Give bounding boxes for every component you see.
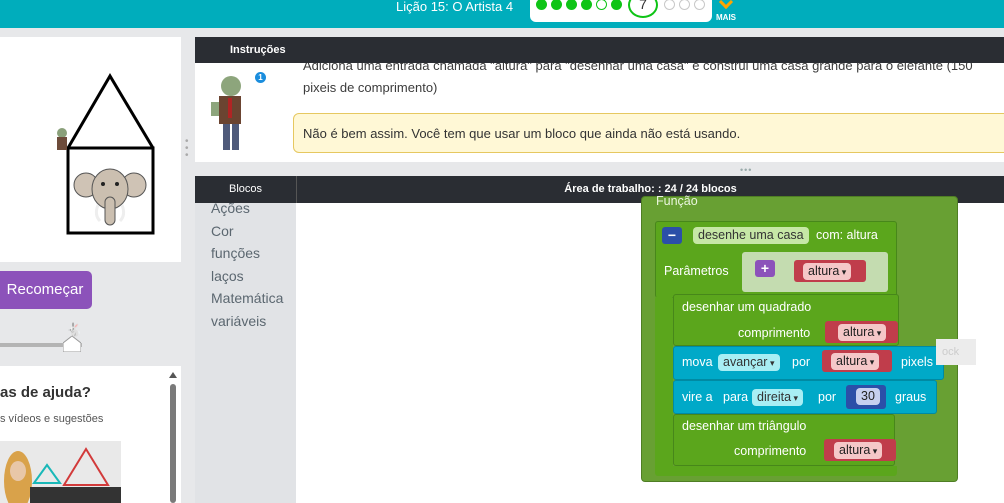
param-altura-field[interactable]: altura [803, 263, 852, 280]
function-frame-label: Função [656, 194, 698, 208]
rabbit-icon: 🐇 [66, 322, 83, 337]
length-label: comprimento [738, 326, 811, 340]
parameters-label: Parâmetros [664, 264, 729, 278]
category-variaveis[interactable]: variáveis [211, 313, 266, 329]
zombie-avatar-icon [211, 76, 241, 150]
panel-splitter-icon[interactable]: ••• [740, 165, 752, 175]
by-label: por [818, 390, 837, 404]
move-label: mova [682, 355, 713, 369]
degrees-field[interactable]: 30 [856, 388, 880, 405]
category-matematica[interactable]: Matemática [211, 290, 283, 306]
elephant-icon [73, 162, 147, 226]
function-body-arm [655, 296, 673, 474]
level-dot[interactable] [611, 0, 622, 10]
collapse-minus-icon[interactable]: − [662, 227, 682, 244]
var-altura-field[interactable]: altura [834, 442, 883, 459]
zombie-icon [57, 128, 67, 150]
pixels-label: pixels [901, 355, 933, 369]
level-dot[interactable] [694, 0, 705, 10]
level-dot[interactable] [679, 0, 690, 10]
instructions-tab-bar [195, 37, 1004, 63]
lesson-title: Lição 15: O Artista 4 [396, 0, 514, 14]
to-label: para [723, 390, 749, 404]
level-progress: 7 [530, 0, 712, 22]
var-altura-field[interactable]: altura [831, 353, 880, 370]
turn-label: vire a [682, 390, 713, 404]
function-body-bottom [655, 466, 897, 476]
add-parameter-icon[interactable]: + [755, 260, 775, 277]
category-funcoes[interactable]: funções [211, 245, 260, 261]
level-dot[interactable] [596, 0, 607, 10]
restart-button[interactable]: Recomeçar [0, 271, 92, 309]
feedback-text: Não é bem assim. Você tem que usar um bl… [303, 126, 741, 141]
level-dot[interactable] [536, 0, 547, 10]
by-label: por [792, 355, 811, 369]
length-label: comprimento [734, 444, 807, 458]
category-lacos[interactable]: laços [211, 268, 244, 284]
drawing-canvas [0, 37, 181, 262]
category-cor[interactable]: Cor [211, 223, 234, 239]
move-direction-dropdown[interactable]: avançar [718, 354, 780, 371]
ghost-block: ock [936, 339, 976, 365]
blocks-tab: Blocos [195, 176, 296, 203]
function-name-field[interactable]: desenhe uma casa [693, 227, 809, 244]
level-dot[interactable] [551, 0, 562, 10]
turn-direction-dropdown[interactable]: direita [752, 389, 804, 406]
resize-handle-icon[interactable]: • • • [185, 137, 189, 161]
current-level-indicator[interactable]: 7 [628, 0, 658, 18]
house-drawing [57, 73, 155, 235]
level-dot[interactable] [664, 0, 675, 10]
help-scrollbar[interactable] [170, 384, 176, 503]
help-subtitle: s vídeos e sugestões [0, 413, 104, 425]
category-acoes[interactable]: Ações [211, 200, 250, 216]
more-levels-label[interactable]: MAIS [716, 13, 736, 22]
hint-badge[interactable]: 1 [255, 72, 266, 83]
draw-square-label: desenhar um quadrado [682, 300, 812, 314]
scroll-up-icon[interactable] [169, 372, 177, 378]
def-with-label: com: altura [816, 228, 878, 242]
level-dot[interactable] [566, 0, 577, 10]
help-video-thumbnail[interactable] [0, 441, 121, 503]
degrees-label: graus [895, 390, 927, 404]
draw-triangle-label: desenhar um triângulo [682, 419, 807, 433]
help-title: as de ajuda? [0, 384, 91, 401]
var-altura-field[interactable]: altura [838, 324, 887, 341]
instructions-tab-label[interactable]: Instruções [230, 44, 286, 56]
level-dot[interactable] [581, 0, 592, 10]
speed-slider-thumb[interactable] [63, 336, 81, 352]
